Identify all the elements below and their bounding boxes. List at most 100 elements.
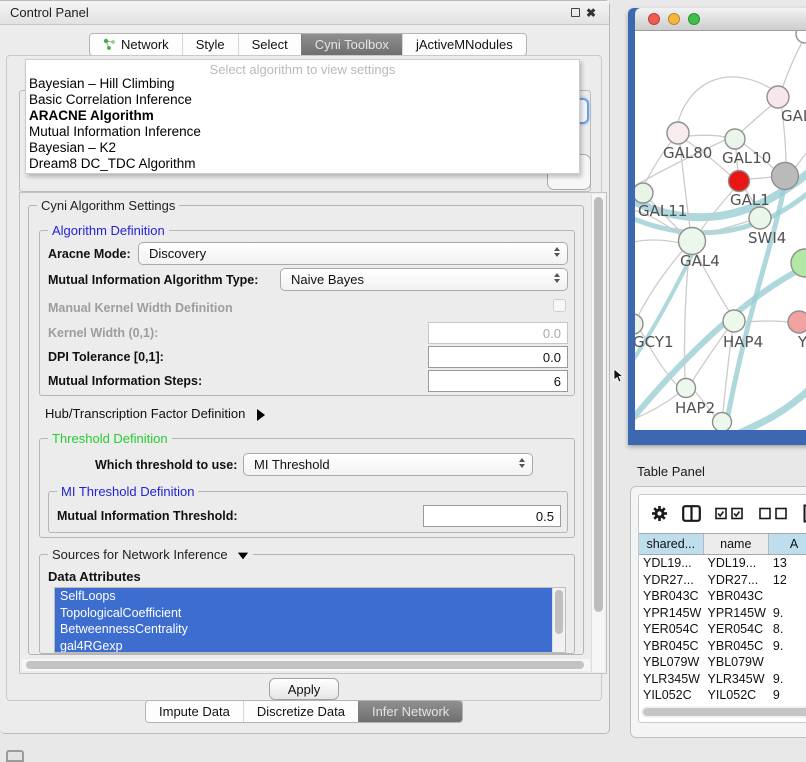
network-canvas[interactable]: GALGAL80GAL10GAL1GAL11SWI4GAL4GCY1HAP4YH…	[635, 31, 806, 430]
aracne-mode-combobox[interactable]: Discovery	[138, 242, 568, 265]
tab-impute-data[interactable]: Impute Data	[146, 701, 243, 722]
table-panel-inner: shared...nameA YDL19...YDL19...13YDR27..…	[638, 494, 806, 723]
columns-icon[interactable]	[682, 505, 701, 522]
table-cell: 8.	[769, 621, 806, 638]
cyni-algorithm-settings-title: Cyni Algorithm Settings	[37, 198, 179, 213]
table-row[interactable]: YBL079WYBL079W	[639, 654, 806, 671]
settings-horizontal-scrollbar[interactable]	[22, 659, 590, 671]
network-node[interactable]	[679, 228, 706, 255]
network-edge[interactable]	[782, 37, 805, 89]
network-window-titlebar	[635, 8, 806, 31]
table-row[interactable]: YDR27...YDR27...12	[639, 572, 806, 589]
cyni-content-panel: Select algorithm to view settings Bayesi…	[6, 55, 602, 701]
table-row[interactable]: YPR145WYPR145W9.	[639, 605, 806, 622]
table-cell: YIL052C	[639, 687, 704, 704]
algorithm-option[interactable]: ARACNE Algorithm	[26, 108, 579, 124]
close-icon[interactable]: ✖	[583, 6, 599, 20]
network-node[interactable]	[788, 311, 806, 333]
table-row[interactable]: YDL19...YDL19...13	[639, 555, 806, 572]
tab-network[interactable]: Network	[90, 34, 182, 55]
column-header[interactable]: shared...	[639, 534, 704, 554]
network-node[interactable]	[725, 129, 745, 149]
tab-style[interactable]: Style	[182, 34, 238, 55]
zoom-traffic-light-icon[interactable]	[688, 13, 700, 25]
table-row[interactable]: YIL052CYIL052C9	[639, 687, 806, 704]
network-node[interactable]	[723, 310, 745, 332]
network-edge[interactable]	[735, 386, 806, 430]
table-row[interactable]: YBR043CYBR043C	[639, 588, 806, 605]
network-node[interactable]	[667, 122, 689, 144]
settings-scrollpane: Cyni Algorithm Settings Algorithm Defini…	[19, 192, 607, 674]
dpi-tolerance-field[interactable]: 0.0	[428, 346, 568, 368]
manual-kernel-width-checkbox[interactable]	[553, 299, 566, 312]
attribute-list-scrollbar[interactable]	[552, 588, 565, 652]
attribute-item[interactable]: BetweennessCentrality	[55, 621, 565, 638]
network-node[interactable]	[635, 183, 653, 203]
column-header[interactable]: A	[769, 534, 806, 554]
tab-impute-data-label: Impute Data	[159, 704, 230, 719]
network-node[interactable]	[772, 163, 799, 190]
attribute-item[interactable]: SelfLoops	[55, 588, 565, 605]
tab-discretize-data-label: Discretize Data	[257, 704, 345, 719]
node-label: GAL	[781, 107, 806, 125]
network-edge[interactable]	[689, 135, 725, 137]
which-threshold-combobox[interactable]: MI Threshold	[243, 453, 533, 476]
network-edge[interactable]	[745, 321, 788, 322]
tab-select[interactable]: Select	[238, 34, 301, 55]
data-attributes-list[interactable]: SelfLoopsTopologicalCoefficientBetweenne…	[54, 587, 566, 653]
mi-steps-field[interactable]: 6	[428, 370, 568, 392]
algorithm-option[interactable]: Bayesian – K2	[26, 140, 579, 156]
network-edge[interactable]	[677, 77, 775, 127]
checked-pair-icon[interactable]	[715, 507, 745, 520]
network-node[interactable]	[635, 314, 643, 334]
mi-threshold-field[interactable]: 0.5	[423, 505, 561, 527]
close-traffic-light-icon[interactable]	[648, 13, 660, 25]
sources-group-title[interactable]: Sources for Network Inference	[48, 547, 253, 562]
tab-infer-network[interactable]: Infer Network	[358, 701, 462, 722]
tab-jactivemnodules[interactable]: jActiveMNodules	[402, 34, 526, 55]
network-edge[interactable]	[749, 177, 773, 179]
network-node[interactable]	[677, 379, 696, 398]
hub-definition-toggle[interactable]: Hub/Transcription Factor Definition	[45, 406, 265, 421]
dpi-tolerance-label: DPI Tolerance [0,1]:	[48, 350, 164, 364]
settings-vertical-scrollbar[interactable]	[591, 194, 605, 672]
float-icon[interactable]	[567, 6, 583, 20]
network-node[interactable]	[767, 86, 789, 108]
tab-cyni-toolbox[interactable]: Cyni Toolbox	[301, 34, 402, 55]
network-node[interactable]	[729, 171, 750, 192]
table-row[interactable]: YER054CYER054C8.	[639, 621, 806, 638]
tab-discretize-data[interactable]: Discretize Data	[243, 701, 358, 722]
mi-threshold-group-title: MI Threshold Definition	[57, 484, 198, 499]
attribute-item[interactable]: TopologicalCoefficient	[55, 605, 565, 622]
table-panel: shared...nameA YDL19...YDL19...13YDR27..…	[630, 486, 806, 738]
mi-algorithm-type-combobox[interactable]: Naive Bayes	[280, 268, 568, 291]
apply-button[interactable]: Apply	[269, 678, 339, 700]
algorithm-option[interactable]: Basic Correlation Inference	[26, 92, 579, 108]
node-label: GAL10	[722, 149, 771, 167]
table-rows: YDL19...YDL19...13YDR27...YDR27...12YBR0…	[639, 555, 806, 704]
algorithm-definition-group: Algorithm Definition Aracne Mode: Discov…	[39, 230, 575, 396]
table-horizontal-scrollbar[interactable]	[641, 706, 806, 718]
algorithm-option[interactable]: Bayesian – Hill Climbing	[26, 76, 579, 92]
gear-icon[interactable]	[651, 505, 668, 522]
network-edge[interactable]	[741, 105, 772, 132]
network-node[interactable]	[713, 413, 732, 431]
threshold-definition-title: Threshold Definition	[48, 431, 172, 446]
unchecked-pair-icon[interactable]	[759, 507, 789, 520]
table-row[interactable]: YLR345WYLR345W9.	[639, 671, 806, 688]
column-header[interactable]: name	[704, 534, 769, 554]
table-row[interactable]: YBR045CYBR045C9.	[639, 638, 806, 655]
minimize-traffic-light-icon[interactable]	[668, 13, 680, 25]
network-edge[interactable]	[795, 147, 806, 168]
network-node[interactable]	[796, 31, 806, 43]
partial-dock-icon[interactable]	[6, 750, 24, 762]
algorithm-option[interactable]: Mutual Information Inference	[26, 124, 579, 140]
algorithm-option[interactable]: Dream8 DC_TDC Algorithm	[26, 156, 579, 172]
table-cell: YBR045C	[639, 638, 704, 655]
network-edge[interactable]	[635, 240, 680, 243]
attribute-item[interactable]: gal4RGexp	[55, 638, 565, 654]
node-label: Y	[797, 333, 806, 351]
kernel-width-field[interactable]: 0.0	[428, 322, 568, 344]
mi-steps-value: 6	[554, 374, 561, 389]
network-node[interactable]	[749, 207, 771, 229]
